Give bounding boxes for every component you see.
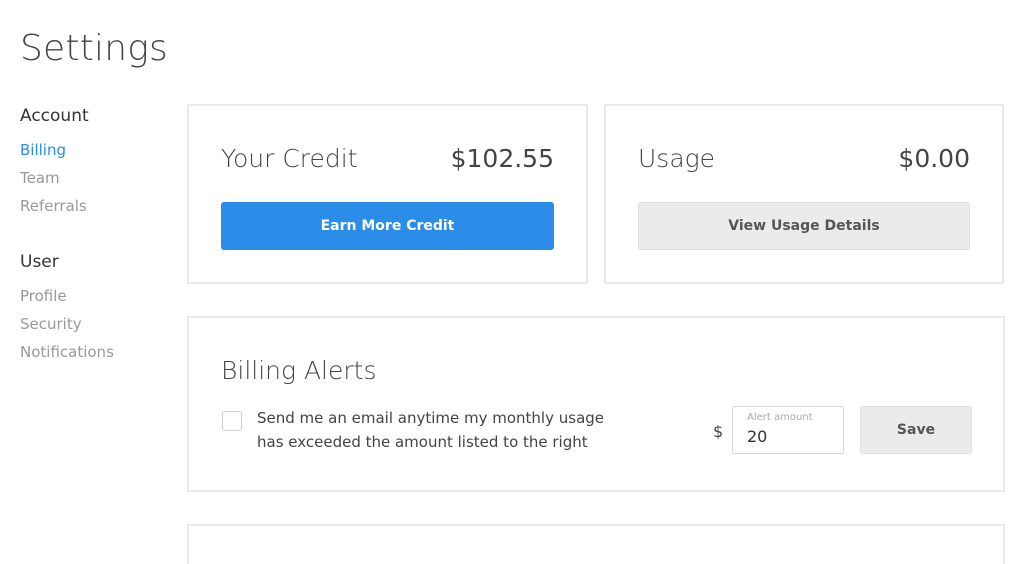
alert-amount-input[interactable] — [747, 427, 837, 446]
sidebar-item-notifications[interactable]: Notifications — [20, 343, 114, 361]
sidebar-item-security[interactable]: Security — [20, 315, 82, 333]
alert-amount-label: Alert amount — [747, 412, 813, 423]
sidebar-item-referrals[interactable]: Referrals — [20, 197, 87, 215]
earn-more-credit-button[interactable]: Earn More Credit — [221, 202, 554, 250]
sidebar-item-profile[interactable]: Profile — [20, 287, 67, 305]
credit-title: Your Credit — [221, 144, 358, 173]
sidebar-heading-account: Account — [20, 106, 89, 126]
billing-alerts-card: Billing Alerts Send me an email anytime … — [187, 316, 1005, 492]
sidebar-item-billing[interactable]: Billing — [20, 141, 66, 159]
next-card-partial — [187, 524, 1005, 564]
billing-alerts-title: Billing Alerts — [221, 356, 377, 385]
view-usage-details-button[interactable]: View Usage Details — [638, 202, 970, 250]
credit-value: $102.55 — [450, 144, 554, 173]
email-alert-description: Send me an email anytime my monthly usag… — [257, 409, 605, 451]
alert-amount-field[interactable]: Alert amount — [732, 406, 844, 454]
page-title: Settings — [20, 28, 169, 69]
usage-value: $0.00 — [898, 144, 970, 173]
usage-title: Usage — [638, 144, 716, 173]
save-button[interactable]: Save — [860, 406, 972, 454]
usage-card: Usage $0.00 View Usage Details — [604, 104, 1004, 284]
sidebar-heading-user: User — [20, 252, 59, 272]
sidebar-item-team[interactable]: Team — [20, 169, 60, 187]
currency-symbol: $ — [713, 422, 724, 441]
credit-card: Your Credit $102.55 Earn More Credit — [187, 104, 588, 284]
email-alert-checkbox[interactable] — [222, 411, 242, 431]
